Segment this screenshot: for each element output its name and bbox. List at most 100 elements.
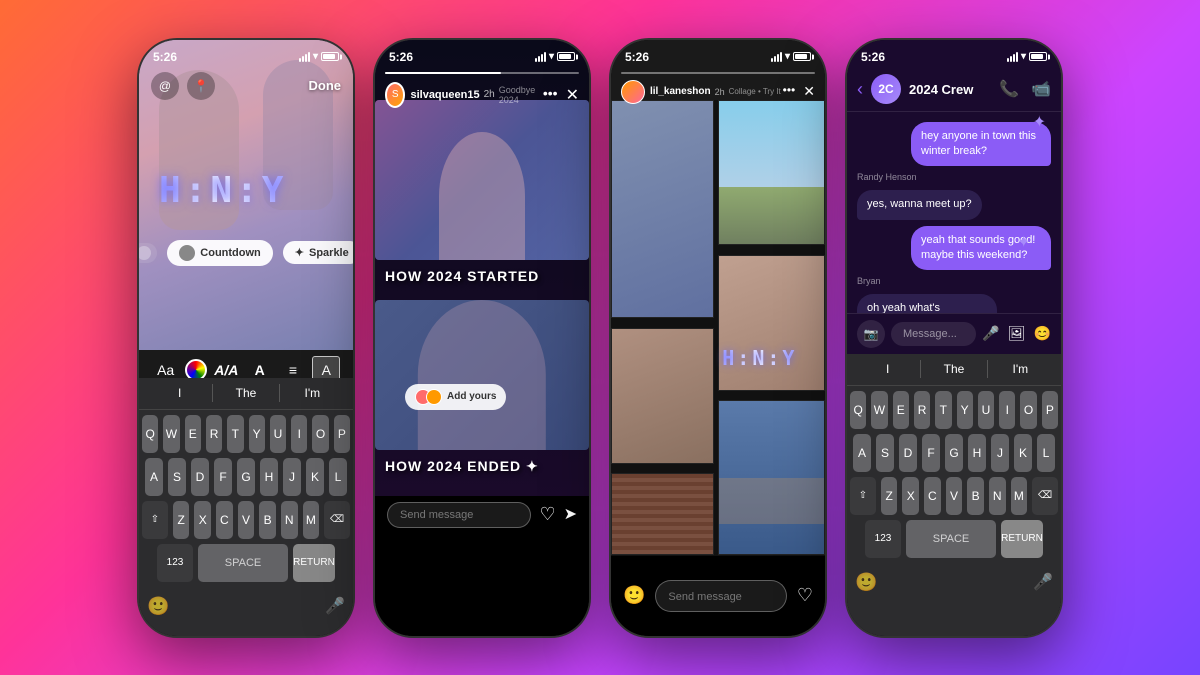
dm-key-e[interactable]: e (893, 391, 909, 429)
dm-key-l[interactable]: l (1037, 434, 1055, 472)
done-button[interactable]: Done (309, 78, 342, 93)
photo-icon[interactable]: 🖼 (1008, 325, 1026, 342)
dm-key-b[interactable]: b (967, 477, 984, 515)
key-return[interactable]: return (293, 544, 335, 582)
story-more-icon[interactable]: ••• (543, 85, 558, 105)
dm-messages: ✦ hey anyone in town this winter break? … (847, 112, 1061, 346)
emoji-icon-3[interactable]: 🙂 (623, 585, 645, 606)
dm-key-i[interactable]: i (999, 391, 1015, 429)
back-button[interactable]: ‹ (857, 79, 863, 100)
heart-icon-2[interactable]: ♡ (539, 504, 555, 525)
dm-key-s[interactable]: s (876, 434, 894, 472)
dm-key-f[interactable]: f (922, 434, 940, 472)
dm-key-r[interactable]: r (914, 391, 930, 429)
dm-key-y[interactable]: y (957, 391, 973, 429)
key-x[interactable]: X (194, 501, 211, 539)
share-icon-2[interactable]: ➤ (564, 504, 577, 525)
key-space[interactable]: space (198, 544, 288, 582)
dm-emoji-icon[interactable]: 🙂 (855, 572, 877, 593)
dm-key-o[interactable]: o (1020, 391, 1036, 429)
key-o[interactable]: O (312, 415, 328, 453)
key-delete[interactable]: ⌫ (324, 501, 350, 539)
dm-suggestion-im[interactable]: I'm (990, 358, 1051, 380)
dm-key-m[interactable]: m (1011, 477, 1028, 515)
dm-key-d[interactable]: d (899, 434, 917, 472)
dm-key-return[interactable]: return (1001, 520, 1043, 558)
key-123[interactable]: 123 (157, 544, 193, 582)
suggestion-im[interactable]: I'm (282, 382, 343, 404)
countdown-sticker[interactable]: Countdown (167, 240, 272, 266)
phone-icon[interactable]: 📞 (999, 79, 1019, 99)
key-m[interactable]: M (303, 501, 320, 539)
sparkle-sticker[interactable]: ✦ Sparkle (283, 241, 355, 264)
key-u[interactable]: U (270, 415, 286, 453)
key-f[interactable]: F (214, 458, 232, 496)
dm-key-w[interactable]: w (871, 391, 887, 429)
key-w[interactable]: W (163, 415, 179, 453)
dm-key-z[interactable]: z (881, 477, 898, 515)
dm-key-t[interactable]: t (935, 391, 951, 429)
at-icon[interactable]: @ (151, 72, 179, 100)
key-shift[interactable]: ⇧ (142, 501, 168, 539)
dm-key-delete[interactable]: ⌫ (1032, 477, 1058, 515)
dm-key-g[interactable]: g (945, 434, 963, 472)
story-controls-3: ••• ✕ (783, 83, 815, 100)
suggestion-the[interactable]: The (215, 382, 276, 404)
dm-key-h[interactable]: h (968, 434, 986, 472)
dm-key-x[interactable]: x (902, 477, 919, 515)
add-yours-button[interactable]: Add yours (405, 384, 506, 410)
key-a[interactable]: A (145, 458, 163, 496)
story-more-icon-3[interactable]: ••• (783, 83, 796, 100)
key-t[interactable]: T (227, 415, 243, 453)
dm-key-v[interactable]: v (946, 477, 963, 515)
heart-icon-3[interactable]: ♡ (797, 585, 813, 606)
key-y[interactable]: Y (249, 415, 265, 453)
key-q[interactable]: Q (142, 415, 158, 453)
key-z[interactable]: Z (173, 501, 190, 539)
dm-suggestion-i[interactable]: I (857, 358, 918, 380)
suggestion-i[interactable]: I (149, 382, 210, 404)
send-message-input-2[interactable]: Send message (387, 502, 531, 528)
dm-key-n[interactable]: n (989, 477, 1006, 515)
mic-icon[interactable]: 🎤 (325, 596, 345, 616)
key-i[interactable]: I (291, 415, 307, 453)
dm-key-j[interactable]: j (991, 434, 1009, 472)
key-h[interactable]: H (260, 458, 278, 496)
message-input[interactable]: Message... (891, 322, 976, 346)
key-l[interactable]: L (329, 458, 347, 496)
voice-icon[interactable]: 🎤 (982, 325, 999, 342)
camera-icon[interactable]: 📷 (857, 320, 885, 348)
dm-key-k[interactable]: k (1014, 434, 1032, 472)
story-close-icon[interactable]: ✕ (566, 85, 579, 105)
dm-key-q[interactable]: q (850, 391, 866, 429)
dm-key-123[interactable]: 123 (865, 520, 901, 558)
key-n[interactable]: N (281, 501, 298, 539)
dm-key-a[interactable]: a (853, 434, 871, 472)
sticker-icon-dm[interactable]: 😊 (1034, 325, 1051, 342)
key-c[interactable]: C (216, 501, 233, 539)
dm-key-space[interactable]: space (906, 520, 996, 558)
emoji-icon[interactable]: 🙂 (147, 596, 169, 617)
send-input-3[interactable]: Send message (655, 580, 786, 612)
key-v[interactable]: V (238, 501, 255, 539)
sticker-icon (179, 245, 195, 261)
story-close-icon-3[interactable]: ✕ (803, 83, 815, 100)
signal-icon-3 (771, 52, 782, 62)
location-icon[interactable]: 📍 (187, 72, 215, 100)
key-s[interactable]: S (168, 458, 186, 496)
key-b[interactable]: B (259, 501, 276, 539)
key-g[interactable]: G (237, 458, 255, 496)
dm-mic-icon[interactable]: 🎤 (1033, 572, 1053, 592)
dm-key-shift[interactable]: ⇧ (850, 477, 876, 515)
key-k[interactable]: K (306, 458, 324, 496)
dm-key-u[interactable]: u (978, 391, 994, 429)
dm-suggestion-the[interactable]: The (923, 358, 984, 380)
dm-key-c[interactable]: c (924, 477, 941, 515)
video-icon[interactable]: 📹 (1031, 79, 1051, 99)
key-j[interactable]: J (283, 458, 301, 496)
key-p[interactable]: P (334, 415, 350, 453)
key-d[interactable]: D (191, 458, 209, 496)
dm-key-p[interactable]: p (1042, 391, 1058, 429)
key-e[interactable]: E (185, 415, 201, 453)
key-r[interactable]: R (206, 415, 222, 453)
